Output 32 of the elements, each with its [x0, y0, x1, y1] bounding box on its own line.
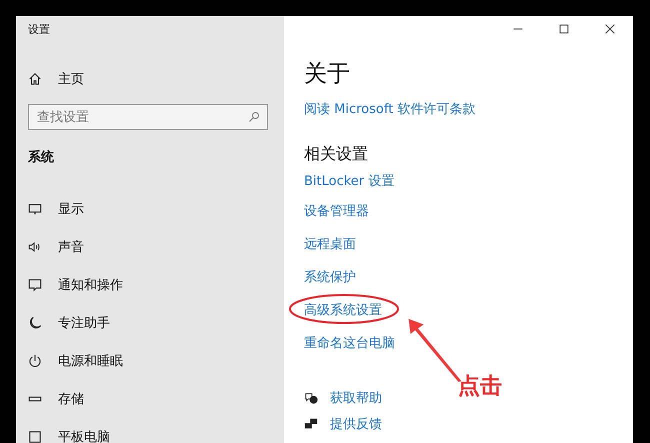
speaker-icon [28, 240, 42, 254]
message-icon [28, 278, 42, 292]
license-link[interactable]: 阅读 Microsoft 软件许可条款 [304, 100, 633, 144]
tablet-icon [28, 430, 42, 443]
sidebar-item[interactable]: 通知和操作 [28, 266, 268, 304]
monitor-icon [28, 202, 42, 216]
feedback-icon [304, 417, 318, 431]
settings-link[interactable]: 设备管理器 [304, 202, 369, 220]
help-link[interactable]: 提供反馈 [330, 415, 382, 433]
settings-link[interactable]: BitLocker 设置 [304, 172, 394, 190]
settings-link[interactable]: 重命名这台电脑 [304, 334, 395, 352]
sidebar-item[interactable]: 专注助手 [28, 304, 268, 342]
sidebar-item[interactable]: 显示 [28, 190, 268, 228]
sidebar-item[interactable]: 电源和睡眠 [28, 342, 268, 380]
help-link[interactable]: 获取帮助 [330, 389, 382, 407]
search-field[interactable]: 查找设置 [28, 104, 268, 130]
section-heading: 相关设置 [304, 144, 369, 165]
annotation-text: 点击 [458, 373, 502, 401]
home-nav-item[interactable]: 主页 [28, 66, 268, 92]
sidebar-item[interactable]: 声音 [28, 228, 268, 266]
power-icon [28, 354, 42, 368]
help-chat-icon [304, 391, 318, 405]
section-heading: 系统 [28, 148, 55, 167]
sidebar-item[interactable]: 存储 [28, 380, 268, 418]
sidebar-item[interactable]: 平板电脑 [28, 418, 268, 443]
settings-link[interactable]: 远程桌面 [304, 234, 356, 252]
search-icon [248, 111, 260, 123]
settings-link[interactable]: 系统保护 [304, 268, 356, 286]
page-title: 关于 [304, 60, 351, 89]
moon-icon [28, 316, 42, 330]
home-icon [28, 72, 42, 86]
window-title: 设置 [28, 22, 51, 38]
